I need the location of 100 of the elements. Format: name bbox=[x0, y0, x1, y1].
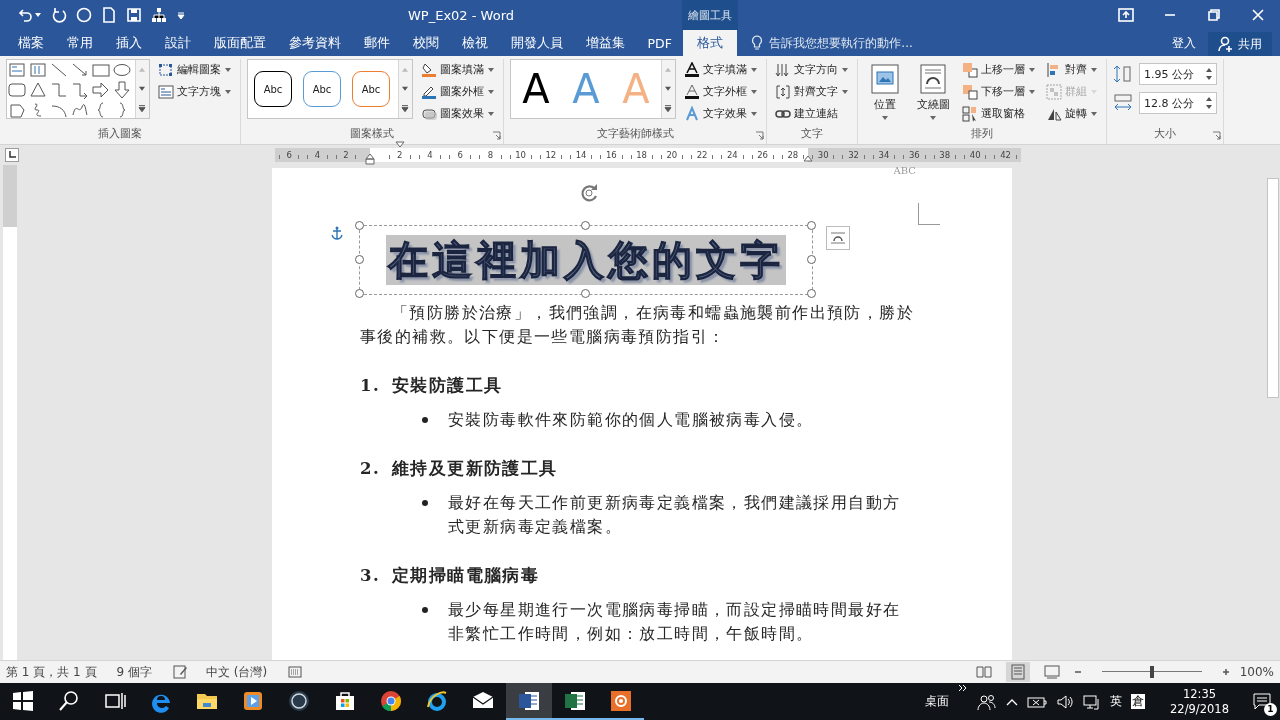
ruler-number: 36 bbox=[907, 150, 921, 160]
ribbon-tab[interactable]: 增益集 bbox=[574, 30, 636, 56]
ribbon-button[interactable]: 圖案外框 bbox=[419, 81, 497, 102]
ribbon-tab[interactable]: 校閱 bbox=[401, 30, 450, 56]
clock-time[interactable]: 12:35 bbox=[1182, 686, 1217, 702]
left-tab-icon bbox=[8, 151, 16, 159]
redo-icon[interactable] bbox=[51, 7, 67, 23]
page-count[interactable]: 第 1 頁，共 1 頁 bbox=[6, 663, 97, 681]
notification-icon[interactable] bbox=[1252, 690, 1272, 711]
bullet-text: 最好在每天工作前更新病毒定義檔案，我們建議採用自動方式更新病毒定義檔案。 bbox=[448, 493, 902, 538]
resize-handle[interactable] bbox=[581, 289, 590, 298]
resize-handle[interactable] bbox=[355, 255, 364, 264]
ribbon-button[interactable]: 選取窗格 bbox=[960, 103, 1038, 124]
ribbon-button[interactable]: 文字方塊 bbox=[156, 81, 234, 102]
round-browser-icon bbox=[379, 688, 403, 713]
style-swatch[interactable]: Abc bbox=[352, 71, 390, 107]
wordart-text[interactable]: 在這裡加入您的文字 bbox=[386, 235, 786, 285]
ribbon-tab[interactable]: 檔案 bbox=[6, 30, 55, 56]
new-document-icon[interactable] bbox=[101, 7, 117, 23]
taskbar-button[interactable] bbox=[506, 683, 552, 720]
ribbon-button[interactable]: 上移一層 bbox=[960, 59, 1038, 80]
ruler-number: 6 bbox=[456, 150, 464, 160]
undo-button[interactable] bbox=[18, 7, 42, 23]
resize-handle[interactable] bbox=[581, 221, 590, 230]
ribbon-tab[interactable]: 檢視 bbox=[450, 30, 499, 56]
ribbon-button[interactable]: 文字效果 bbox=[682, 103, 760, 124]
people-icon[interactable] bbox=[977, 692, 998, 711]
ribbon-button[interactable]: 文字填滿 bbox=[682, 59, 760, 80]
ribbon-button[interactable]: 圖案填滿 bbox=[419, 59, 497, 80]
dialog-launcher-icon[interactable] bbox=[1212, 131, 1221, 140]
size-field[interactable]: 1.95 公分 bbox=[1139, 63, 1217, 85]
language-indicator[interactable]: 中文 (台灣) bbox=[206, 663, 268, 681]
resize-handle[interactable] bbox=[807, 255, 816, 264]
view-button[interactable] bbox=[1005, 662, 1030, 682]
ribbon-button[interactable]: 文繞圖 bbox=[912, 59, 954, 123]
ribbon-tab[interactable]: PDF bbox=[636, 30, 684, 56]
wrap-text-icon bbox=[830, 231, 846, 245]
share-button[interactable]: 共用 bbox=[1208, 32, 1272, 56]
edit-shape-icon bbox=[158, 61, 174, 78]
ribbon-button[interactable]: 下移一層 bbox=[960, 81, 1038, 102]
resize-handle[interactable] bbox=[355, 221, 364, 230]
group-label: 文字 bbox=[801, 125, 823, 142]
ribbon-button[interactable]: 對齊 bbox=[1044, 59, 1100, 80]
ribbon-tab[interactable]: 格式 bbox=[683, 30, 738, 56]
zoom-in-icon[interactable] bbox=[1221, 668, 1230, 676]
lightbulb-icon bbox=[751, 35, 764, 51]
context-tab-label: 繪圖工具 bbox=[682, 0, 738, 30]
dialog-launcher-icon[interactable] bbox=[492, 131, 501, 140]
input-language[interactable]: 英 bbox=[1110, 693, 1123, 710]
ribbon-button[interactable]: 旋轉 bbox=[1044, 103, 1100, 124]
battery-icon[interactable] bbox=[1027, 694, 1048, 709]
zoom-out-icon[interactable] bbox=[1073, 668, 1082, 676]
ribbon-button[interactable]: 建立連結 bbox=[773, 103, 851, 124]
network-icon[interactable] bbox=[1083, 693, 1102, 710]
volume-icon[interactable] bbox=[1056, 693, 1075, 710]
ribbon-tab[interactable]: 插入 bbox=[104, 30, 153, 56]
input-mode-indicator[interactable]: 倉 bbox=[1131, 694, 1146, 709]
circle-icon[interactable] bbox=[76, 7, 92, 23]
tab-selector[interactable] bbox=[5, 148, 19, 162]
dialog-launcher-icon[interactable] bbox=[755, 131, 764, 140]
style-swatch[interactable]: Abc bbox=[254, 71, 292, 107]
desktop-toolbar-label[interactable]: 桌面 bbox=[925, 693, 950, 710]
anchor-icon bbox=[330, 226, 344, 240]
spinner-icon[interactable] bbox=[1205, 66, 1213, 82]
group-label: 圖案樣式 bbox=[350, 125, 394, 142]
ribbon-tab[interactable]: 開發人員 bbox=[499, 30, 574, 56]
word-count[interactable]: 9 個字 bbox=[116, 663, 152, 681]
right-indent-icon[interactable] bbox=[803, 153, 813, 163]
ribbon-tab[interactable]: 設計 bbox=[153, 30, 202, 56]
web-view-icon bbox=[1043, 664, 1060, 680]
zoom-level[interactable]: 100% bbox=[1239, 665, 1274, 679]
size-field[interactable]: 12.8 公分 bbox=[1139, 92, 1217, 114]
ribbon-tab[interactable]: 版面配置 bbox=[202, 30, 277, 56]
org-chart-icon[interactable] bbox=[151, 7, 167, 23]
resize-handle[interactable] bbox=[807, 221, 816, 230]
tell-me-field[interactable]: 告訴我您想要執行的動作... bbox=[769, 34, 913, 52]
style-swatch[interactable]: Abc bbox=[303, 71, 341, 107]
ribbon-button[interactable]: 文字方向 bbox=[773, 59, 851, 80]
clock-date[interactable]: 22/9/2018 bbox=[1170, 701, 1229, 717]
zoom-slider-thumb[interactable] bbox=[1149, 666, 1154, 678]
ribbon-button[interactable]: 對齊文字 bbox=[773, 81, 851, 102]
layout-options-button[interactable] bbox=[826, 226, 850, 250]
save-icon[interactable] bbox=[126, 7, 142, 23]
sign-in-link[interactable]: 登入 bbox=[1160, 30, 1208, 56]
proofing-icon[interactable] bbox=[172, 664, 188, 680]
ribbon-button[interactable]: 文字外框 bbox=[682, 81, 760, 102]
spinner-icon[interactable] bbox=[1205, 95, 1213, 111]
left-indent-icon[interactable] bbox=[365, 151, 375, 165]
ribbon-button[interactable]: 圖案效果 bbox=[419, 103, 497, 124]
bullet-icon bbox=[422, 607, 428, 613]
ribbon-button[interactable]: 位置 bbox=[864, 59, 906, 123]
resize-handle[interactable] bbox=[807, 289, 816, 298]
ribbon-tab[interactable]: 參考資料 bbox=[277, 30, 352, 56]
customize-icon[interactable] bbox=[176, 10, 186, 20]
resize-handle[interactable] bbox=[355, 289, 364, 298]
scrollbar-thumb[interactable] bbox=[1267, 178, 1279, 398]
ribbon-button[interactable]: 編輯圖案 bbox=[156, 59, 234, 80]
ribbon-tab[interactable]: 常用 bbox=[55, 30, 104, 56]
ribbon-tab[interactable]: 郵件 bbox=[352, 30, 401, 56]
camera-tile-icon bbox=[609, 688, 633, 713]
